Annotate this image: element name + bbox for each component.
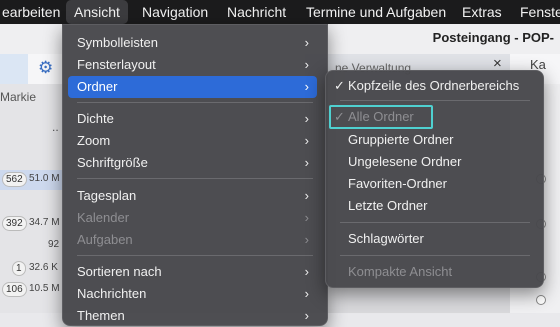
menu-bar: earbeiten Ansicht Navigation Nachricht T…: [0, 0, 560, 24]
menubar-item-bearbeiten[interactable]: earbeiten: [0, 0, 68, 24]
menu-item-alle-ordner: ✓ Alle Ordner: [331, 106, 541, 128]
menu-item-label: Schriftgröße: [77, 155, 148, 170]
unread-count: 1: [12, 261, 26, 276]
unread-count: 106: [2, 282, 27, 297]
menu-item-label: Tagesplan: [77, 188, 137, 203]
folder-row[interactable]: 92: [0, 236, 62, 256]
menu-item-symbolleisten[interactable]: Symbolleisten ›: [68, 32, 317, 54]
chevron-right-icon: ›: [304, 210, 309, 225]
chevron-right-icon: ›: [304, 308, 309, 323]
menu-item-themen[interactable]: Themen ›: [68, 305, 317, 327]
menu-separator: [77, 178, 313, 179]
menu-item-letzte-ordner[interactable]: Letzte Ordner: [331, 195, 541, 217]
menu-separator: [77, 255, 313, 256]
menu-item-tagesplan[interactable]: Tagesplan ›: [68, 185, 317, 207]
folder-size: 10.5 M: [29, 283, 60, 294]
menu-item-label: Ungelesene Ordner: [348, 154, 462, 169]
menu-item-schlagwoerter[interactable]: Schlagwörter: [331, 228, 541, 250]
folder-size: 34.7 M: [29, 217, 60, 228]
menu-item-sortieren[interactable]: Sortieren nach ›: [68, 261, 317, 283]
folder-row[interactable]: 392 34.7 M: [0, 214, 62, 234]
menu-item-gruppierte-ordner[interactable]: Gruppierte Ordner: [331, 129, 541, 151]
folder-row[interactable]: 106 10.5 M: [0, 280, 62, 300]
menu-item-kompakte-ansicht: Kompakte Ansicht: [331, 261, 541, 283]
menu-item-label: Dichte: [77, 111, 114, 126]
menu-separator: [340, 255, 530, 256]
chevron-right-icon: ›: [304, 111, 309, 126]
chevron-right-icon: ›: [304, 286, 309, 301]
view-menu: Symbolleisten › Fensterlayout › Ordner › Di…: [62, 24, 328, 326]
menu-item-ungelesene-ordner[interactable]: Ungelesene Ordner: [331, 151, 541, 173]
chevron-right-icon: ›: [304, 155, 309, 170]
chevron-right-icon: ›: [304, 79, 309, 94]
menu-item-nachrichten[interactable]: Nachrichten ›: [68, 283, 317, 305]
menu-item-label: Kompakte Ansicht: [348, 264, 453, 279]
menu-item-label: Themen: [77, 308, 125, 323]
menu-item-label: Favoriten-Ordner: [348, 176, 447, 191]
menu-item-kopfzeile[interactable]: ✓ Kopfzeile des Ordnerbereichs: [331, 75, 541, 97]
menu-item-label: Alle Ordner: [348, 109, 414, 124]
menu-item-label: Nachrichten: [77, 286, 147, 301]
menubar-item-fenster[interactable]: Fenste: [512, 0, 560, 24]
menu-item-label: Aufgaben: [77, 232, 133, 247]
menu-item-label: Fensterlayout: [77, 57, 156, 72]
menu-item-dichte[interactable]: Dichte ›: [68, 108, 317, 130]
menubar-item-nachricht[interactable]: Nachricht: [219, 0, 294, 24]
folder-size: 92: [48, 239, 60, 250]
chevron-right-icon: ›: [304, 133, 309, 148]
menubar-item-extras[interactable]: Extras: [454, 0, 510, 24]
menu-item-label: Kopfzeile des Ordnerbereichs: [348, 78, 520, 93]
menubar-item-termine[interactable]: Termine und Aufgaben: [298, 0, 454, 24]
menu-item-label: Letzte Ordner: [348, 198, 428, 213]
menubar-item-navigation[interactable]: Navigation: [134, 0, 216, 24]
window-title: Posteingang - POP-: [432, 30, 554, 45]
more-icon[interactable]: ..: [52, 120, 59, 134]
menu-item-label: Symbolleisten: [77, 35, 158, 50]
mark-button[interactable]: Markie: [0, 90, 36, 104]
menu-item-aufgaben: Aufgaben ›: [68, 229, 317, 251]
folder-size: 51.0 M: [29, 173, 60, 184]
menu-item-label: Zoom: [77, 133, 111, 148]
folder-size: 32.6 K: [29, 262, 58, 273]
menu-item-label: Kalender: [77, 210, 130, 225]
folder-row[interactable]: 562 51.0 M: [0, 170, 62, 190]
menu-item-label: Ordner: [77, 79, 118, 94]
checkmark-icon: ✓: [334, 109, 345, 124]
read-status-dot[interactable]: [536, 295, 546, 305]
gear-icon[interactable]: ⚙: [38, 59, 56, 77]
chevron-right-icon: ›: [304, 264, 309, 279]
menu-item-schriftgroesse[interactable]: Schriftgröße ›: [68, 152, 317, 174]
menu-item-zoom[interactable]: Zoom ›: [68, 130, 317, 152]
folder-submenu: ✓ Kopfzeile des Ordnerbereichs ✓ Alle Ordn…: [325, 70, 544, 288]
menu-item-label: Schlagwörter: [348, 231, 424, 246]
menu-item-fensterlayout[interactable]: Fensterlayout ›: [68, 54, 317, 76]
folder-tab[interactable]: [0, 54, 28, 84]
menu-item-label: Gruppierte Ordner: [348, 132, 454, 147]
checkmark-icon: ✓: [334, 78, 345, 93]
chevron-right-icon: ›: [304, 232, 309, 247]
chevron-right-icon: ›: [304, 188, 309, 203]
folder-row[interactable]: 1 32.6 K: [0, 259, 62, 279]
unread-count: 392: [2, 216, 27, 231]
menu-item-label: Sortieren nach: [77, 264, 162, 279]
chevron-right-icon: ›: [304, 57, 309, 72]
menu-item-favoriten-ordner[interactable]: Favoriten-Ordner: [331, 173, 541, 195]
menubar-item-ansicht[interactable]: Ansicht: [66, 0, 128, 24]
menu-separator: [77, 102, 313, 103]
menu-item-ordner[interactable]: Ordner ›: [68, 76, 317, 98]
chevron-right-icon: ›: [304, 35, 309, 50]
unread-count: 562: [2, 172, 27, 187]
menu-separator: [340, 100, 530, 101]
menu-separator: [340, 222, 530, 223]
menu-item-kalender: Kalender ›: [68, 207, 317, 229]
